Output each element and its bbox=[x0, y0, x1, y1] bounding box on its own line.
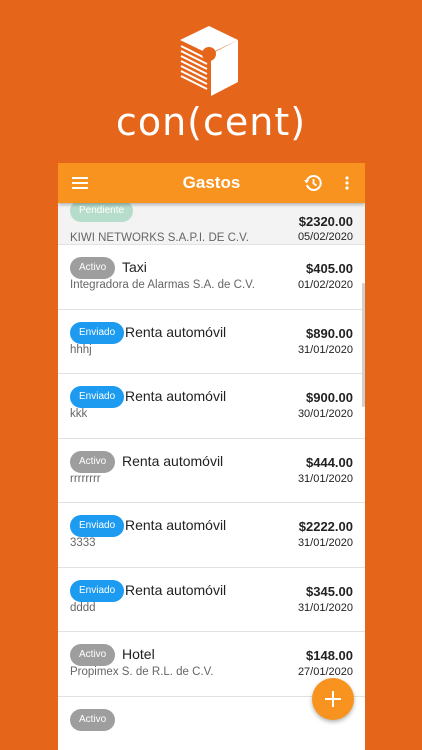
status-badge: Activo bbox=[70, 450, 116, 473]
expense-concept: Renta automóvil bbox=[122, 452, 224, 469]
plus-icon bbox=[325, 691, 341, 707]
expense-row[interactable]: Activo Renta automóvil rrrrrrrr $444.00 … bbox=[58, 438, 365, 503]
expense-date: 31/01/2020 bbox=[297, 601, 353, 614]
expense-concept: Renta automóvil bbox=[125, 388, 227, 404]
expense-row[interactable]: Enviado Renta automóvil dddd $345.00 31/… bbox=[58, 567, 365, 632]
expense-date: 31/01/2020 bbox=[297, 472, 353, 485]
expense-date: 05/02/2020 bbox=[297, 231, 353, 243]
app-screen: Gastos Pendiente KIWI NETWORKS S.A.P.I. … bbox=[58, 163, 365, 750]
expense-amount: $444.00 bbox=[306, 454, 353, 470]
expense-date: 30/01/2020 bbox=[297, 408, 353, 420]
history-button[interactable] bbox=[299, 169, 327, 197]
hamburger-menu-icon bbox=[72, 177, 88, 189]
expense-concept: Taxi bbox=[122, 259, 147, 275]
status-badge: Pendiente bbox=[70, 203, 134, 222]
expense-subtitle: dddd bbox=[70, 601, 96, 614]
expense-row[interactable]: Enviado Renta automóvil 3333 $2222.00 31… bbox=[58, 503, 365, 568]
more-options-button[interactable] bbox=[333, 169, 361, 197]
more-vertical-icon bbox=[345, 176, 349, 190]
expense-amount: $900.00 bbox=[306, 390, 353, 405]
expense-concept: Renta automóvil bbox=[125, 323, 227, 340]
app-bar: Gastos bbox=[58, 163, 365, 203]
brand-name: con(cent) bbox=[115, 100, 307, 144]
expense-row[interactable]: Pendiente KIWI NETWORKS S.A.P.I. DE C.V.… bbox=[58, 203, 365, 245]
status-badge: Activo bbox=[70, 257, 116, 279]
expense-subtitle: 3333 bbox=[70, 537, 96, 549]
expense-date: 31/01/2020 bbox=[297, 343, 353, 356]
expense-row[interactable]: Activo Taxi Integradora de Alarmas S.A. … bbox=[58, 245, 365, 310]
expense-row[interactable]: Enviado Renta automóvil hhhj $890.00 31/… bbox=[58, 309, 365, 374]
status-badge: Enviado bbox=[70, 515, 125, 537]
status-badge: Enviado bbox=[70, 386, 125, 408]
expense-list[interactable]: Pendiente KIWI NETWORKS S.A.P.I. DE C.V.… bbox=[58, 203, 365, 750]
expense-subtitle: Propimex S. de R.L. de C.V. bbox=[70, 666, 214, 678]
brand-header: con(cent) bbox=[0, 0, 422, 160]
status-badge: Activo bbox=[70, 708, 116, 731]
expense-concept: Renta automóvil bbox=[125, 517, 227, 533]
status-badge: Activo bbox=[70, 644, 116, 666]
expense-subtitle: hhhj bbox=[70, 343, 92, 356]
expense-subtitle: rrrrrrrr bbox=[70, 472, 101, 485]
expense-amount: $405.00 bbox=[306, 261, 353, 276]
concent-logo-icon bbox=[180, 26, 238, 96]
expense-subtitle: Integradora de Alarmas S.A. de C.V. bbox=[70, 279, 255, 291]
hamburger-menu-button[interactable] bbox=[66, 169, 94, 197]
history-icon bbox=[304, 174, 322, 191]
expense-concept: Renta automóvil bbox=[125, 581, 227, 598]
expense-amount: $345.00 bbox=[306, 583, 353, 599]
status-badge: Enviado bbox=[70, 579, 125, 602]
expense-row[interactable]: Enviado Renta automóvil kkk $900.00 30/0… bbox=[58, 374, 365, 439]
expense-concept: Hotel bbox=[122, 646, 155, 662]
status-badge: Enviado bbox=[70, 321, 125, 344]
add-expense-button[interactable] bbox=[312, 678, 354, 720]
expense-amount: $2320.00 bbox=[298, 214, 353, 229]
expense-date: 31/01/2020 bbox=[297, 537, 353, 549]
expense-date: 27/01/2020 bbox=[297, 666, 353, 678]
expense-amount: $2222.00 bbox=[298, 519, 353, 534]
scrollbar[interactable] bbox=[362, 283, 365, 407]
expense-subtitle: KIWI NETWORKS S.A.P.I. DE C.V. bbox=[70, 232, 249, 244]
expense-subtitle: kkk bbox=[70, 408, 88, 420]
expense-date: 01/02/2020 bbox=[297, 279, 353, 291]
expense-amount: $148.00 bbox=[306, 648, 353, 663]
expense-amount: $890.00 bbox=[306, 325, 353, 341]
